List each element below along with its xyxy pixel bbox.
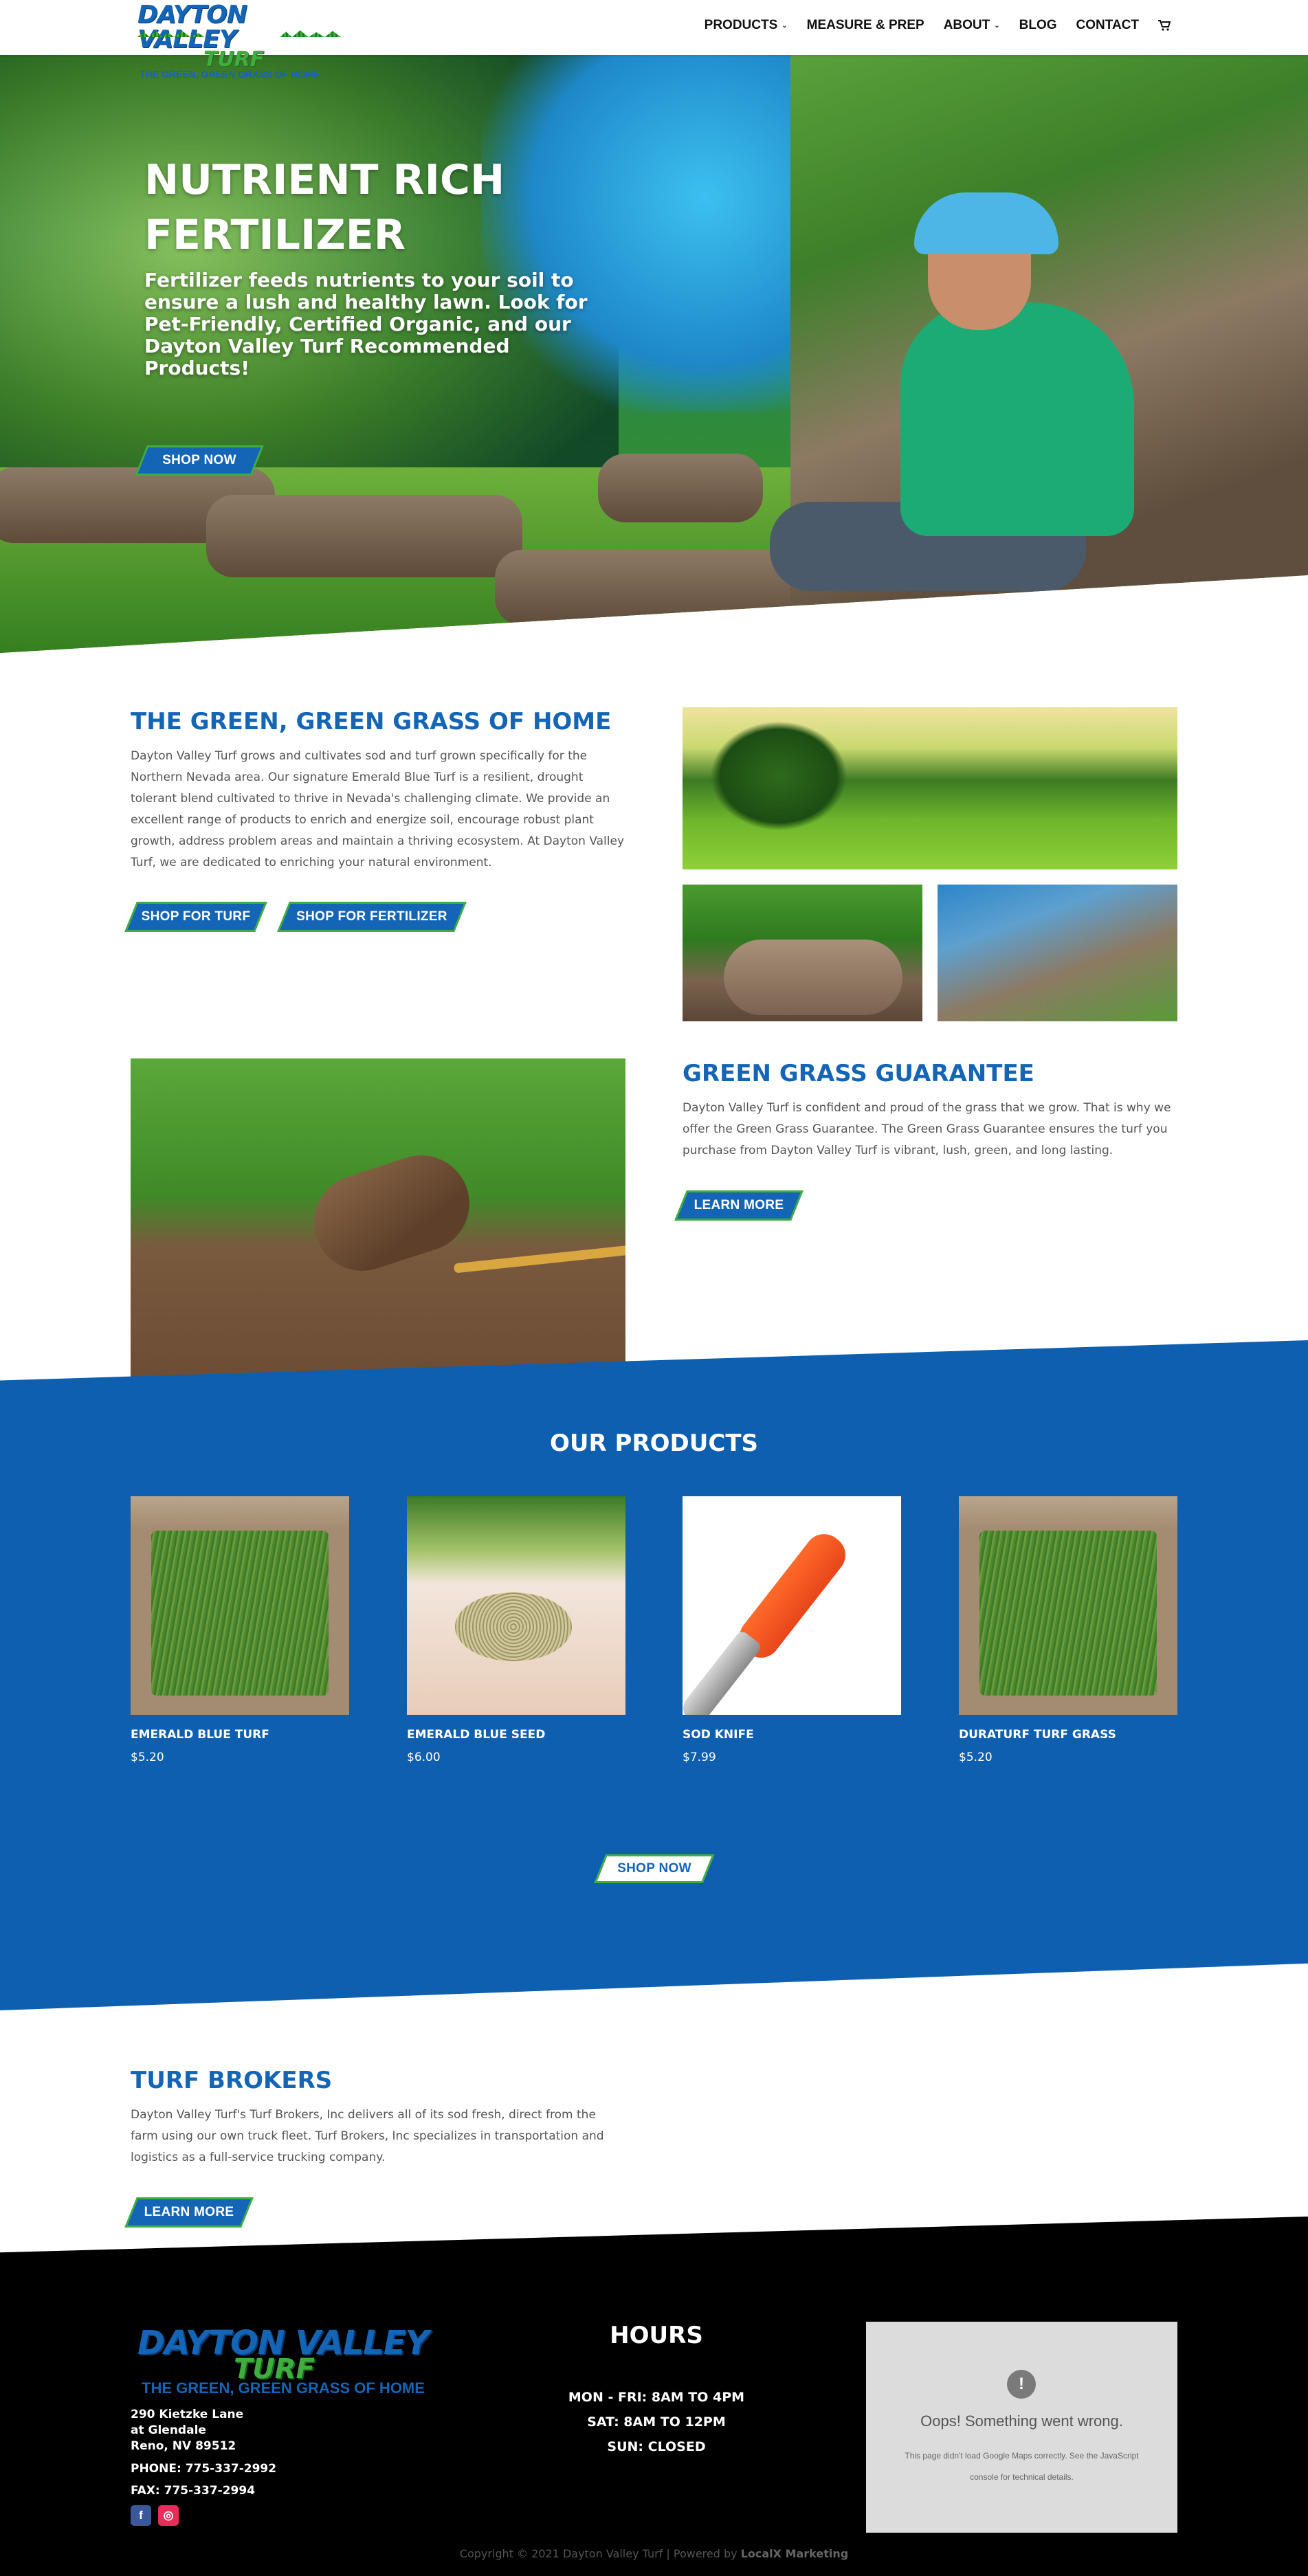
hours-heading: HOURS — [610, 2322, 703, 2349]
site-header: DAYTON VALLEY TURF THE GREEN, GREEN GRAS… — [0, 0, 1308, 80]
button-label: SHOP NOW — [617, 1861, 691, 1876]
copyright-label: Copyright © 2021 Dayton Valley Turf | Po… — [459, 2547, 738, 2560]
shop-for-turf-button[interactable]: SHOP FOR TURF — [131, 902, 261, 932]
logo-line1: DAYTON VALLEY — [137, 1, 247, 54]
park-lawn-image — [683, 707, 1177, 869]
sod-roll-image — [683, 885, 922, 1021]
map-error-title: Oops! Something went wrong. — [920, 2412, 1123, 2430]
nav-item-label: ABOUT — [943, 18, 990, 32]
footer-logo[interactable]: DAYTON VALLEY TURF THE GREEN, GREEN GRAS… — [137, 2327, 433, 2397]
shop-for-fertilizer-button[interactable]: SHOP FOR FERTILIZER — [283, 902, 461, 932]
brokers-heading: TURF BROKERS — [131, 2067, 333, 2094]
guarantee-heading: GREEN GRASS GUARANTEE — [683, 1060, 1034, 1087]
button-label: LEARN MORE — [694, 1198, 784, 1212]
product-price: $7.99 — [683, 1751, 716, 1764]
button-label: SHOP NOW — [162, 453, 236, 467]
knife-blade-shape — [683, 1629, 763, 1715]
hero-worker-image — [770, 186, 1162, 612]
nav-item-label: MEASURE & PREP — [806, 18, 924, 32]
button-label: LEARN MORE — [144, 2205, 234, 2219]
products-shop-now-button[interactable]: SHOP NOW — [600, 1854, 709, 1883]
facebook-icon[interactable]: f — [131, 2505, 151, 2526]
instagram-icon[interactable]: ◎ — [158, 2505, 179, 2526]
product-image-emerald-blue-turf[interactable] — [131, 1496, 349, 1715]
logo-line2: TURF — [203, 47, 265, 71]
copyright-text: Copyright © 2021 Dayton Valley Turf | Po… — [0, 2547, 1308, 2560]
product-price: $5.20 — [131, 1751, 164, 1764]
main-nav: PRODUCTS ⌄ MEASURE & PREP ABOUT ⌄ BLOG C… — [705, 18, 1171, 33]
product-name[interactable]: DURATURF TURF GRASS — [959, 1728, 1116, 1742]
cart-button[interactable] — [1158, 20, 1171, 31]
nav-item-blog[interactable]: BLOG — [1019, 18, 1057, 33]
hero-text: Fertilizer feeds nutrients to your soil … — [144, 269, 588, 379]
hours-line: SUN: CLOSED — [607, 2439, 706, 2454]
site-logo[interactable]: DAYTON VALLEY TURF THE GREEN, GREEN GRAS… — [137, 1, 344, 80]
nav-item-products[interactable]: PRODUCTS ⌄ — [705, 18, 788, 33]
address-line: 290 Kietzke Lane — [131, 2408, 244, 2421]
product-image-duraturf-turf-grass[interactable] — [959, 1496, 1177, 1715]
product-price: $6.00 — [407, 1751, 441, 1764]
hero-title: NUTRIENT RICH FERTILIZER — [144, 156, 505, 259]
nav-item-label: CONTACT — [1076, 18, 1139, 32]
hero-shop-now-button[interactable]: SHOP NOW — [141, 445, 258, 476]
nav-item-contact[interactable]: CONTACT — [1076, 18, 1139, 33]
turf-worker-image — [938, 885, 1177, 1021]
brokers-body: Dayton Valley Turf's Turf Brokers, Inc d… — [131, 2108, 604, 2164]
guarantee-body: Dayton Valley Turf is confident and prou… — [683, 1101, 1171, 1157]
guarantee-learn-more-button[interactable]: LEARN MORE — [680, 1190, 797, 1221]
hours-line: MON - FRI: 8AM TO 4PM — [568, 2390, 745, 2405]
cart-icon — [1158, 20, 1171, 31]
powered-by-link[interactable]: LocalX Marketing — [741, 2547, 849, 2560]
nav-item-about[interactable]: ABOUT ⌄ — [944, 18, 1000, 33]
hero-sod-roll — [495, 550, 797, 625]
product-name[interactable]: SOD KNIFE — [683, 1728, 754, 1742]
map-error-text: This page didn't load Google Maps correc… — [905, 2451, 1139, 2482]
fax-number: FAX: 775-337-2994 — [131, 2484, 256, 2498]
product-name[interactable]: EMERALD BLUE TURF — [131, 1728, 269, 1742]
hero-sod-roll — [598, 454, 763, 522]
rake-handle-shape — [453, 1245, 625, 1274]
address-line: Reno, NV 89512 — [131, 2439, 236, 2453]
logo-tagline: THE GREEN, GREEN GRASS OF HOME — [142, 2379, 425, 2397]
logo-tagline: THE GREEN, GREEN GRASS OF HOME — [140, 69, 320, 80]
products-heading: OUR PRODUCTS — [550, 1430, 758, 1457]
chevron-down-icon: ⌄ — [994, 21, 1000, 30]
nav-item-measure-prep[interactable]: MEASURE & PREP — [807, 18, 924, 33]
phone-number[interactable]: PHONE: 775-337-2992 — [131, 2461, 276, 2477]
warning-icon: ! — [1007, 2370, 1036, 2399]
product-name[interactable]: EMERALD BLUE SEED — [407, 1728, 545, 1742]
rolling-sod-field-image — [131, 1058, 625, 1402]
hours-line: SAT: 8AM TO 12PM — [587, 2414, 726, 2430]
intro-body: Dayton Valley Turf grows and cultivates … — [131, 749, 625, 869]
product-price: $5.20 — [959, 1751, 993, 1764]
worker-shirt — [900, 302, 1134, 536]
product-image-emerald-blue-seed[interactable] — [407, 1496, 625, 1715]
nav-item-label: BLOG — [1019, 18, 1057, 32]
product-image-sod-knife[interactable] — [683, 1496, 901, 1715]
button-label: SHOP FOR TURF — [141, 909, 251, 924]
nav-item-label: PRODUCTS — [704, 18, 778, 32]
button-label: SHOP FOR FERTILIZER — [296, 909, 447, 924]
google-map-embed[interactable]: ! Oops! Something went wrong. This page … — [866, 2322, 1177, 2533]
intro-heading: THE GREEN, GREEN GRASS OF HOME — [131, 708, 612, 735]
chevron-down-icon: ⌄ — [782, 21, 788, 30]
address-line: at Glendale — [131, 2423, 206, 2437]
sod-roll-shape — [301, 1142, 483, 1284]
hero-sod-roll — [206, 495, 522, 577]
worker-cap — [914, 192, 1058, 254]
brokers-learn-more-button[interactable]: LEARN MORE — [131, 2197, 247, 2228]
